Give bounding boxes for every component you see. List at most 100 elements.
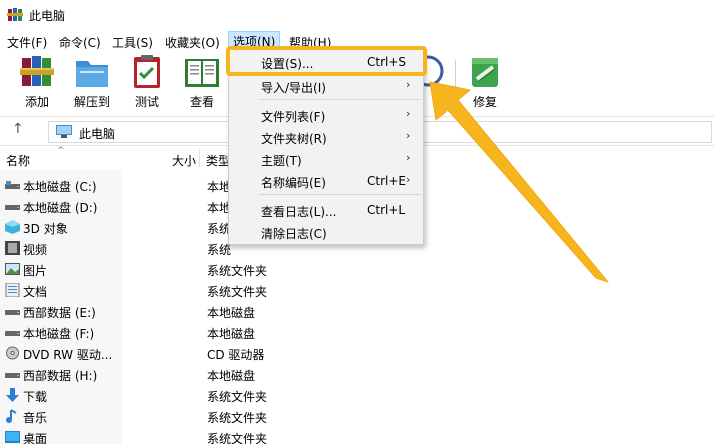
up-arrow-icon[interactable]: ↑ bbox=[12, 121, 24, 137]
submenu-arrow-icon: › bbox=[406, 173, 411, 186]
file-name: 音乐 bbox=[23, 411, 48, 425]
view-button[interactable]: 查看 bbox=[176, 55, 228, 113]
column-name-header[interactable]: 名称 bbox=[6, 152, 30, 169]
menu-item-theme[interactable]: 主题(T) › bbox=[229, 148, 423, 170]
archive-books-icon bbox=[20, 56, 54, 86]
list-item[interactable]: 桌面 系统文件夹 bbox=[0, 427, 714, 444]
file-name: 3D 对象 bbox=[23, 222, 68, 236]
menu-item-shortcut: Ctrl+E bbox=[367, 174, 406, 188]
list-item[interactable]: 下载 系统文件夹 bbox=[0, 385, 714, 406]
menu-item-label: 清除日志(C) bbox=[261, 227, 327, 241]
open-book-icon bbox=[185, 59, 219, 87]
path-text: 此电脑 bbox=[79, 127, 116, 141]
menu-separator bbox=[259, 99, 421, 100]
file-name: 桌面 bbox=[23, 432, 48, 444]
list-item[interactable]: 音乐 系统文件夹 bbox=[0, 406, 714, 427]
list-item[interactable]: 西部数据 (H:) 本地磁盘 bbox=[0, 364, 714, 385]
file-name: 西部数据 (H:) bbox=[23, 369, 98, 383]
menu-commands[interactable]: 命令(C) bbox=[57, 33, 103, 52]
drive-icon bbox=[5, 181, 20, 189]
file-name: 本地磁盘 (C:) bbox=[23, 180, 97, 194]
music-icon bbox=[6, 409, 17, 423]
menu-item-folder-tree[interactable]: 文件夹树(R) › bbox=[229, 126, 423, 148]
desktop-icon bbox=[5, 431, 20, 443]
view-button-label: 查看 bbox=[189, 95, 214, 109]
file-name: 下载 bbox=[23, 390, 48, 404]
dvd-drive-icon bbox=[6, 346, 19, 360]
file-type: 本地磁盘 bbox=[207, 327, 256, 341]
download-icon bbox=[6, 388, 19, 402]
menu-item-view-log[interactable]: 查看日志(L)... Ctrl+L bbox=[229, 199, 423, 221]
menu-item-name-encoding[interactable]: 名称编码(E) Ctrl+E › bbox=[229, 170, 423, 192]
file-type: 系统文件夹 bbox=[207, 264, 268, 278]
file-name: 本地磁盘 (D:) bbox=[23, 201, 98, 215]
list-item[interactable]: 本地磁盘 (F:) 本地磁盘 bbox=[0, 322, 714, 343]
test-button[interactable]: 测试 bbox=[121, 55, 173, 113]
drive-icon bbox=[5, 205, 20, 210]
window-title: 此电脑 bbox=[29, 9, 66, 23]
file-type: CD 驱动器 bbox=[207, 348, 265, 362]
list-item[interactable]: 西部数据 (E:) 本地磁盘 bbox=[0, 301, 714, 322]
file-type: 系统文件夹 bbox=[207, 285, 268, 299]
file-name: 文档 bbox=[23, 285, 48, 299]
drive-icon bbox=[5, 331, 20, 336]
picture-icon bbox=[5, 263, 20, 275]
file-name: 西部数据 (E:) bbox=[23, 306, 96, 320]
annotation-highlight-box bbox=[226, 46, 427, 76]
file-name: DVD RW 驱动... bbox=[23, 348, 113, 362]
extract-to-button-label: 解压到 bbox=[73, 95, 110, 109]
column-type-header[interactable]: 类型 bbox=[206, 152, 230, 169]
file-name: 本地磁盘 (F:) bbox=[23, 327, 95, 341]
clipboard-check-icon bbox=[134, 55, 160, 88]
list-item[interactable]: DVD RW 驱动... CD 驱动器 bbox=[0, 343, 714, 364]
list-item[interactable]: 图片 系统文件夹 bbox=[0, 259, 714, 280]
sort-ascending-icon: ^ bbox=[57, 146, 65, 156]
options-dropdown-menu: 设置(S)... Ctrl+S 导入/导出(I) › 文件列表(F) › 文件夹… bbox=[228, 47, 424, 245]
submenu-arrow-icon: › bbox=[406, 78, 411, 91]
menu-item-clear-log[interactable]: 清除日志(C) bbox=[229, 221, 423, 243]
file-name: 视频 bbox=[23, 243, 48, 257]
winrar-logo-icon bbox=[7, 8, 23, 21]
menu-item-shortcut: Ctrl+L bbox=[367, 203, 406, 217]
file-type: 系统文件夹 bbox=[207, 432, 268, 444]
menu-item-label: 文件夹树(R) bbox=[261, 132, 327, 146]
drive-icon bbox=[5, 310, 20, 315]
extract-to-button[interactable]: 解压到 bbox=[66, 55, 118, 113]
menu-item-file-list[interactable]: 文件列表(F) › bbox=[229, 104, 423, 126]
menu-item-label: 文件列表(F) bbox=[261, 110, 326, 124]
column-divider[interactable] bbox=[199, 149, 200, 167]
menu-tools[interactable]: 工具(S) bbox=[110, 33, 155, 52]
first-aid-box-icon bbox=[472, 58, 498, 87]
menu-item-label: 导入/导出(I) bbox=[261, 81, 326, 95]
repair-button-label: 修复 bbox=[472, 95, 497, 109]
file-type: 系统文件夹 bbox=[207, 411, 268, 425]
menu-separator bbox=[259, 194, 421, 195]
title-bar: 此电脑 bbox=[0, 0, 714, 30]
add-button-label: 添加 bbox=[24, 95, 49, 109]
menu-item-label: 主题(T) bbox=[261, 154, 302, 168]
video-icon bbox=[5, 241, 20, 255]
folder-extract-icon bbox=[76, 61, 108, 87]
submenu-arrow-icon: › bbox=[406, 151, 411, 164]
menu-item-label: 名称编码(E) bbox=[261, 176, 326, 190]
winrar-window: 此电脑 文件(F) 命令(C) 工具(S) 收藏夹(O) 选项(N) 帮助(H)… bbox=[0, 0, 714, 444]
cube-3d-icon bbox=[5, 220, 20, 234]
list-item[interactable]: 文档 系统文件夹 bbox=[0, 280, 714, 301]
file-name: 图片 bbox=[23, 264, 48, 278]
test-button-label: 测试 bbox=[134, 95, 159, 109]
menu-file[interactable]: 文件(F) bbox=[5, 33, 49, 52]
toolbar-separator bbox=[455, 60, 456, 102]
menu-item-import-export[interactable]: 导入/导出(I) › bbox=[229, 75, 423, 97]
drive-icon bbox=[5, 373, 20, 378]
column-size-header[interactable]: 大小 bbox=[172, 152, 196, 169]
computer-icon bbox=[56, 125, 72, 138]
submenu-arrow-icon: › bbox=[406, 107, 411, 120]
document-icon bbox=[5, 283, 20, 297]
menu-favorites[interactable]: 收藏夹(O) bbox=[163, 33, 222, 52]
file-type: 本地磁盘 bbox=[207, 369, 256, 383]
add-button[interactable]: 添加 bbox=[11, 55, 63, 113]
repair-button[interactable]: 修复 bbox=[459, 55, 511, 113]
file-type: 本地磁盘 bbox=[207, 306, 256, 320]
menu-item-label: 查看日志(L)... bbox=[261, 205, 337, 219]
file-type: 系统文件夹 bbox=[207, 390, 268, 404]
